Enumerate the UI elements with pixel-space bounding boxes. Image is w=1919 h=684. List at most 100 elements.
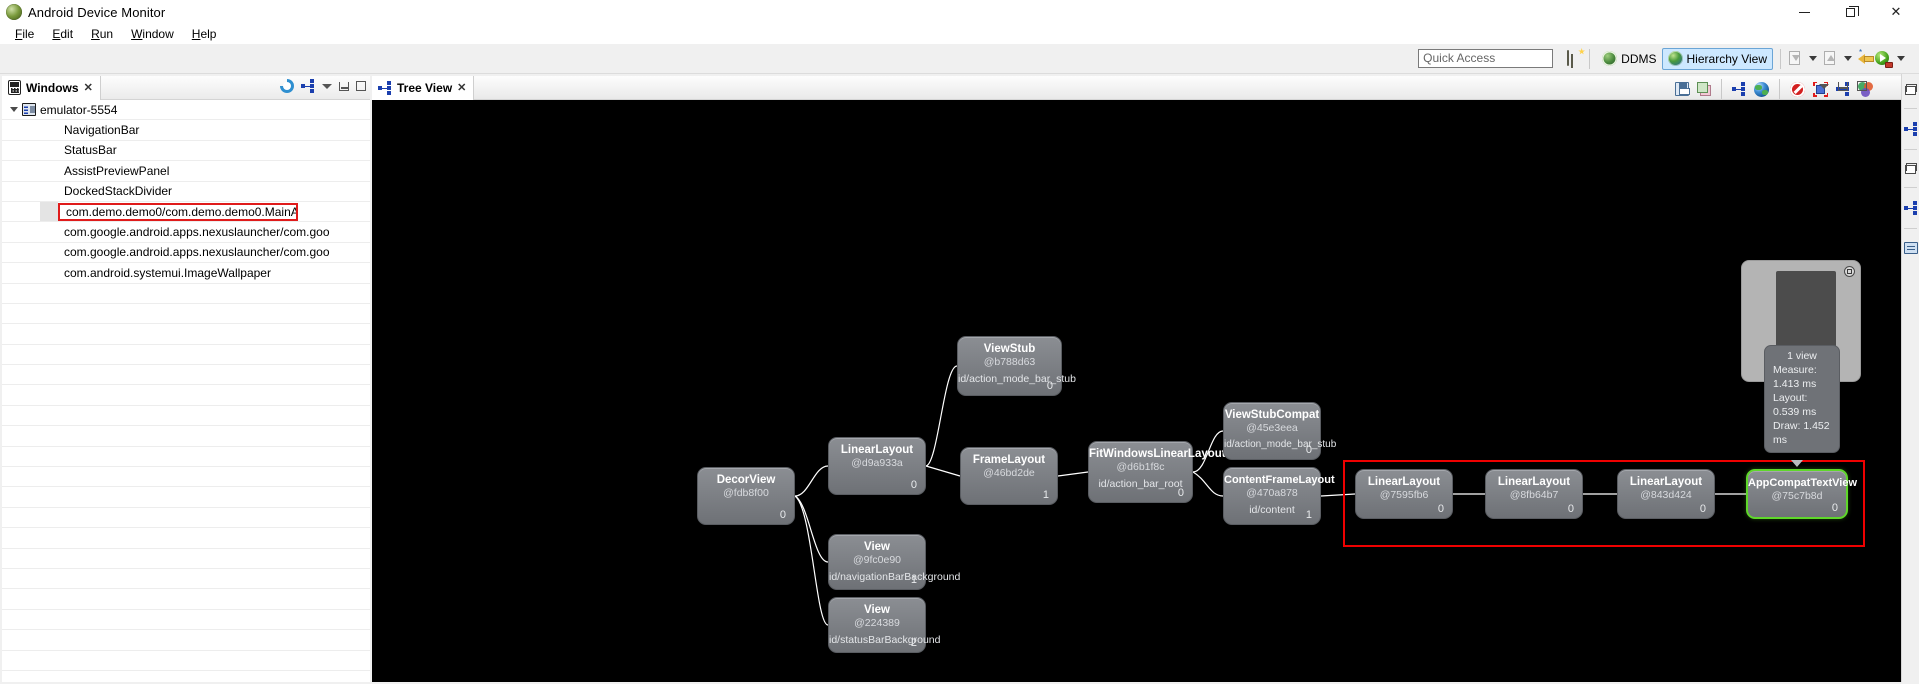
tree-empty-row [2, 284, 370, 304]
stop-icon[interactable] [1790, 81, 1805, 97]
tree-row-statusbar[interactable]: StatusBar [2, 141, 370, 162]
back-icon[interactable]: * [1858, 49, 1875, 66]
node-address: @46bd2de [983, 467, 1035, 479]
divider [1904, 228, 1917, 229]
minimize-icon[interactable] [339, 81, 349, 91]
device-icon [8, 80, 21, 95]
run-icon[interactable] [1875, 50, 1893, 68]
chevron-down-icon-2[interactable] [1844, 56, 1852, 61]
node-address: @8fb64b7 [1509, 489, 1559, 501]
perspective-hierarchy-view[interactable]: Hierarchy View [1661, 47, 1773, 70]
hierarchy-canvas[interactable]: DecorView @fdb8f00 0 LinearLayout @d9a93… [372, 100, 1901, 682]
node-fitwindowslinearlayout[interactable]: FitWindowsLinearLayout @d6b1f8c id/actio… [1088, 441, 1226, 503]
toolbar-divider-2 [1779, 79, 1780, 99]
layers-icon[interactable] [1697, 82, 1711, 96]
maximize-icon[interactable] [1857, 81, 1867, 91]
tree-row-device[interactable]: emulator-5554 [2, 100, 370, 121]
globe-icon[interactable] [1754, 81, 1769, 97]
star-icon [1578, 48, 1586, 55]
menu-item-help[interactable]: Help [183, 26, 226, 42]
close-button[interactable]: ✕ [1873, 0, 1919, 24]
node-appcompattextview[interactable]: AppCompatTextView @75c7b8d 0 [1746, 469, 1857, 519]
tree-empty-row [2, 569, 370, 590]
node-title: View [864, 541, 890, 553]
chevron-down-icon[interactable] [10, 107, 18, 113]
tree-empty-row [2, 651, 370, 671]
node-viewstubcompat[interactable]: ViewStubCompat @45e3eea id/action_mode_b… [1223, 402, 1336, 460]
node-index: 1 [910, 574, 917, 586]
expand-icon[interactable] [1844, 266, 1855, 277]
ddms-icon [1602, 51, 1618, 66]
divider [1904, 187, 1917, 188]
tree-row-assistpreviewpanel[interactable]: AssistPreviewPanel [2, 161, 370, 182]
tab-tree-view[interactable]: Tree View ✕ [372, 75, 475, 100]
node-framelayout[interactable]: FrameLayout @46bd2de 1 [960, 447, 1058, 505]
node-index: 0 [779, 509, 786, 521]
tree-icon [378, 80, 392, 95]
tree-empty-row [2, 630, 370, 651]
node-view-navigationbar[interactable]: View @9fc0e90 id/navigationBarBackground… [828, 534, 960, 590]
import-icon[interactable] [1788, 51, 1803, 66]
tree-row-nexuslauncher-1[interactable]: com.google.android.apps.nexuslauncher/co… [2, 222, 370, 243]
node-linearlayout-2[interactable]: LinearLayout @7595fb6 0 [1355, 469, 1453, 519]
restore-icon[interactable] [1904, 163, 1917, 174]
node-title: FitWindowsLinearLayout [1089, 448, 1226, 460]
tree-row-dockedstackdivider[interactable]: DockedStackDivider [2, 182, 370, 202]
emulator-icon [22, 103, 36, 117]
node-address: @fdb8f00 [723, 487, 769, 499]
perspective-ddms[interactable]: DDMS [1597, 48, 1661, 70]
node-linearlayout-1[interactable]: LinearLayout @d9a933a 0 [828, 437, 926, 495]
view-preview-panel[interactable]: 1 view Measure: 1.413 ms Layout: 0.539 m… [1741, 260, 1861, 453]
windows-tree[interactable]: emulator-5554 NavigationBar StatusBar As… [2, 100, 370, 682]
node-decorview[interactable]: DecorView @fdb8f00 0 [697, 467, 795, 525]
view-menu-icon[interactable] [1819, 83, 1829, 89]
node-address: @d6b1f8c [1116, 461, 1165, 473]
refresh-icon[interactable] [280, 79, 294, 93]
tree-row-nexuslauncher-2[interactable]: com.google.android.apps.nexuslauncher/co… [2, 243, 370, 264]
node-linearlayout-4[interactable]: LinearLayout @843d424 0 [1617, 469, 1715, 519]
menu-item-window[interactable]: Window [122, 26, 183, 42]
save-icon[interactable] [1675, 82, 1690, 96]
tree-icon[interactable] [1903, 122, 1918, 136]
node-linearlayout-3[interactable]: LinearLayout @8fb64b7 0 [1485, 469, 1583, 519]
chevron-down-icon-1[interactable] [1809, 56, 1817, 61]
tree-empty-row [2, 549, 370, 569]
node-viewstub[interactable]: ViewStub @b788d63 id/action_mode_bar_stu… [957, 336, 1076, 396]
maximize-button[interactable] [1827, 0, 1873, 24]
hierarchy-canvas-inner: DecorView @fdb8f00 0 LinearLayout @d9a93… [372, 100, 1901, 682]
book-icon[interactable] [1903, 242, 1918, 254]
tree-view-window-controls [1819, 81, 1867, 91]
tree-empty-row [2, 365, 370, 386]
tree-icon[interactable] [301, 79, 315, 93]
draw-time-label: Draw: 1.452 ms [1773, 420, 1830, 446]
menu-bar: FFileile Edit Run Window Help [0, 24, 1919, 44]
tree-icon[interactable] [1903, 201, 1918, 215]
node-index: 0 [1177, 487, 1184, 499]
quick-access-input[interactable]: Quick Access [1418, 49, 1554, 68]
menu-item-edit[interactable]: Edit [43, 26, 82, 42]
restore-icon[interactable] [1904, 84, 1917, 95]
tab-tree-view-close-icon[interactable]: ✕ [457, 81, 466, 94]
menu-item-run[interactable]: Run [82, 26, 122, 42]
tree-row-imagewallpaper[interactable]: com.android.systemui.ImageWallpaper [2, 263, 370, 284]
minimize-button[interactable] [1781, 0, 1827, 24]
chevron-down-icon-3[interactable] [1897, 56, 1905, 61]
maximize-icon[interactable] [356, 81, 366, 91]
tree-row-navigationbar[interactable]: NavigationBar [2, 120, 370, 141]
node-contentframelayout[interactable]: ContentFrameLayout @470a878 id/content 1 [1223, 467, 1335, 525]
layout-time-label: Layout: 0.539 ms [1773, 392, 1817, 418]
minimize-icon[interactable] [1838, 81, 1848, 91]
export-icon[interactable] [1823, 51, 1838, 66]
menu-item-file[interactable]: FFileile [6, 26, 43, 42]
divider [1904, 108, 1917, 109]
new-perspective-button[interactable] [1567, 48, 1586, 66]
tree-icon[interactable] [1732, 82, 1746, 96]
node-view-statusbar[interactable]: View @224389 id/statusBarBackground 2 [828, 597, 940, 653]
node-title: ViewStubCompat [1224, 409, 1320, 421]
tree-row-mainactivity[interactable]: com.demo.demo0/com.demo.demo0.MainActivi… [2, 201, 370, 223]
view-menu-icon[interactable] [322, 83, 332, 89]
tab-windows[interactable]: Windows ✕ [2, 75, 101, 100]
view-profile-tooltip: 1 view Measure: 1.413 ms Layout: 0.539 m… [1764, 345, 1840, 453]
tab-windows-close-icon[interactable]: ✕ [84, 81, 93, 94]
main-toolbar: Quick Access DDMS Hierarchy View * [0, 44, 1919, 74]
